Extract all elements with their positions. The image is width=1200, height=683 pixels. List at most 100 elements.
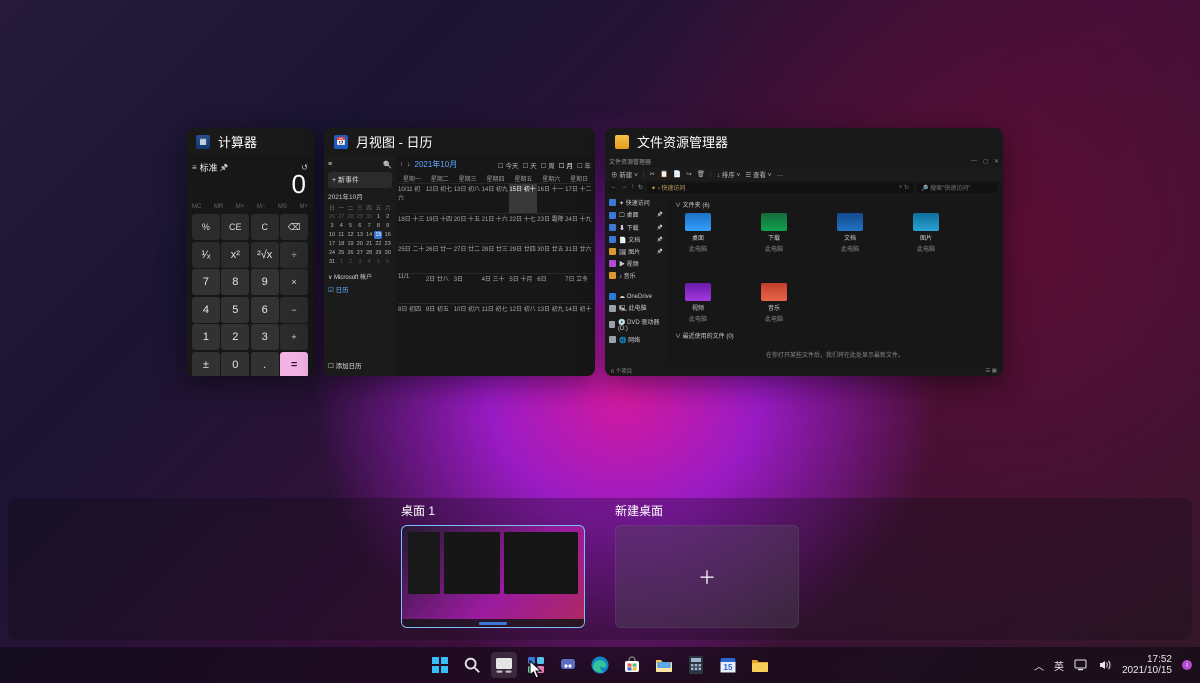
network-icon[interactable]	[1074, 659, 1088, 671]
new-desktop-button[interactable]: ＋	[615, 525, 799, 628]
calendar-day-cell[interactable]: 30日 廿五	[537, 243, 565, 273]
folder-group-header[interactable]: ∨ 文件夹 (6)	[675, 200, 995, 209]
explorer-nav-pane[interactable]: ✦ 快速访问🖵 桌面📌⬇ 下载📌📄 文档📌🖼 图片📌▶ 视频♪ 音乐☁ OneD…	[605, 194, 667, 366]
taskbar-start-icon[interactable]	[427, 652, 453, 678]
calendar-day-cell[interactable]: 5日 十月	[509, 273, 537, 303]
calendar-day-cell[interactable]: 18日 十三	[398, 213, 426, 243]
calc-mem-key[interactable]: MS	[278, 204, 287, 210]
cal-view-tab[interactable]: ☐ 周	[541, 160, 555, 170]
calendar-day-cell[interactable]: 11日 初七	[482, 303, 510, 333]
nav-pane-item[interactable]: 📄 文档📌	[609, 235, 663, 244]
calendar-day-cell[interactable]: 31日 廿六	[565, 243, 593, 273]
calc-key[interactable]: ±	[192, 352, 220, 377]
folder-item[interactable]: 桌面此电脑	[675, 213, 721, 253]
calendar-day-cell[interactable]: 12日 初八	[509, 303, 537, 333]
calc-key[interactable]: ¹⁄ₓ	[192, 242, 220, 268]
window-calendar[interactable]: 📅 月视图 - 日历 ≡ 🔍 + 新事件 2021年10月 日一二三四五六262…	[324, 128, 595, 376]
tray-chevron-icon[interactable]: ︿	[1034, 658, 1044, 673]
calendar-day-cell[interactable]: 10/11 初六	[398, 183, 426, 213]
window-calculator[interactable]: ▦ 计算器 ≡ 标准 📌 ↺ 0 MCMRM+M−MSM˅ %CEC⌫¹⁄ₓx²…	[186, 128, 314, 376]
calc-mem-key[interactable]: M+	[236, 204, 245, 210]
folder-item[interactable]: 文档此电脑	[827, 213, 873, 253]
calendar-day-cell[interactable]: 22日 十七	[509, 213, 537, 243]
toolbar-button[interactable]: …	[777, 171, 784, 178]
recent-group-header[interactable]: ∨ 最近使用的文件 (0)	[675, 331, 995, 340]
calc-key[interactable]: 6	[251, 297, 279, 323]
ime-indicator[interactable]: 英	[1054, 658, 1064, 673]
calc-key[interactable]: x²	[221, 242, 249, 268]
calc-key[interactable]: 0	[221, 352, 249, 377]
calendar-day-cell[interactable]: 28日 廿三	[482, 243, 510, 273]
calendar-day-cell[interactable]: 27日 廿二	[454, 243, 482, 273]
calc-key[interactable]: ⌫	[280, 214, 308, 240]
folder-item[interactable]: 音乐此电脑	[751, 283, 797, 323]
nav-pane-item[interactable]: 🌐 网络	[609, 335, 663, 344]
calendar-day-cell[interactable]: 26日 廿一	[426, 243, 454, 273]
calc-key[interactable]: 1	[192, 324, 220, 350]
calc-key[interactable]: =	[280, 352, 308, 377]
taskbar-chat-icon[interactable]	[555, 652, 581, 678]
nav-pane-item[interactable]: ☁ OneDrive	[609, 293, 663, 300]
nav-button[interactable]: ↻	[638, 184, 643, 191]
calendar-day-cell[interactable]: 3日	[454, 273, 482, 303]
calc-mem-key[interactable]: MR	[214, 204, 223, 210]
nav-pane-item[interactable]: ♪ 音乐	[609, 271, 663, 280]
calc-key[interactable]: %	[192, 214, 220, 240]
close-icon[interactable]: ✕	[994, 158, 999, 165]
folder-item[interactable]: 图片此电脑	[903, 213, 949, 253]
calendar-day-cell[interactable]: 13日 初八	[454, 183, 482, 213]
calendar-day-cell[interactable]: 20日 十五	[454, 213, 482, 243]
search-box[interactable]: 🔎 搜索"快速访问"	[917, 183, 997, 193]
taskbar-calc-icon[interactable]	[683, 652, 709, 678]
nav-pane-item[interactable]: ✦ 快速访问	[609, 198, 663, 207]
calendar-day-cell[interactable]: 24日 十九	[565, 213, 593, 243]
nav-pane-item[interactable]: 🖼 图片📌	[609, 247, 663, 256]
calc-key[interactable]: 5	[221, 297, 249, 323]
taskbar-store-icon[interactable]	[619, 652, 645, 678]
explorer-content[interactable]: ∨ 文件夹 (6) 桌面此电脑下载此电脑文档此电脑图片此电脑视频此电脑音乐此电脑…	[667, 194, 1003, 366]
nav-up-icon[interactable]: ↑	[400, 161, 403, 168]
add-calendar[interactable]: ☐ 添加日历	[328, 360, 392, 370]
calc-key[interactable]: ÷	[280, 242, 308, 268]
taskbar-explorer-icon[interactable]	[651, 652, 677, 678]
calendar-day-cell[interactable]: 12日 初七	[426, 183, 454, 213]
toolbar-button[interactable]: ↪	[686, 170, 691, 178]
nav-pane-item[interactable]: 💿 DVD 驱动器 (D:)	[609, 317, 663, 332]
calc-key[interactable]: 2	[221, 324, 249, 350]
new-desktop[interactable]: 新建桌面 ＋	[615, 502, 799, 628]
calendar-day-cell[interactable]: 16日 十一	[537, 183, 565, 213]
calendar-day-cell[interactable]: 9日 初五	[426, 303, 454, 333]
nav-pane-item[interactable]	[609, 283, 663, 290]
calendar-day-cell[interactable]: 23日 霜降	[537, 213, 565, 243]
toolbar-button[interactable]: ☰ 查看 ˅	[745, 169, 771, 179]
nav-menu-icon[interactable]: ≡	[328, 161, 332, 169]
nav-pane-item[interactable]: 🖳 此电脑	[609, 303, 663, 314]
calc-key[interactable]: 9	[251, 269, 279, 295]
calc-key[interactable]: 3	[251, 324, 279, 350]
calendar-day-cell[interactable]: 14日 初九	[482, 183, 510, 213]
calendar-day-cell[interactable]: 11/1	[398, 273, 426, 303]
calendar-day-cell[interactable]: 15日 初十	[509, 183, 537, 213]
calendar-item[interactable]: ☑ 日历	[328, 284, 392, 294]
volume-icon[interactable]	[1098, 659, 1112, 671]
calc-menu[interactable]: ≡	[192, 163, 197, 172]
calc-key[interactable]: ²√x	[251, 242, 279, 268]
toolbar-button[interactable]: 📋	[660, 170, 668, 178]
calendar-day-cell[interactable]: 21日 十六	[482, 213, 510, 243]
taskbar-clock[interactable]: 17:52 2021/10/15	[1122, 654, 1172, 676]
calendar-day-cell[interactable]: 2日 廿八	[426, 273, 454, 303]
calc-key[interactable]: 4	[192, 297, 220, 323]
calendar-day-cell[interactable]: 25日 二十	[398, 243, 426, 273]
calendar-day-cell[interactable]: 17日 十二	[565, 183, 593, 213]
calc-key[interactable]: C	[251, 214, 279, 240]
address-bar[interactable]: ✦ › 快速访问˅ ↻	[647, 183, 913, 193]
calc-key[interactable]: +	[280, 324, 308, 350]
nav-button[interactable]: ↑	[631, 184, 634, 191]
calc-key[interactable]: 7	[192, 269, 220, 295]
toolbar-button[interactable]: ⊕ 新建 ˅	[611, 169, 638, 179]
calc-key[interactable]: 8	[221, 269, 249, 295]
desktop-thumbnail[interactable]	[401, 525, 585, 628]
folder-item[interactable]: 视频此电脑	[675, 283, 721, 323]
nav-pane-item[interactable]: ⬇ 下载📌	[609, 223, 663, 232]
taskbar-folder-icon[interactable]	[747, 652, 773, 678]
